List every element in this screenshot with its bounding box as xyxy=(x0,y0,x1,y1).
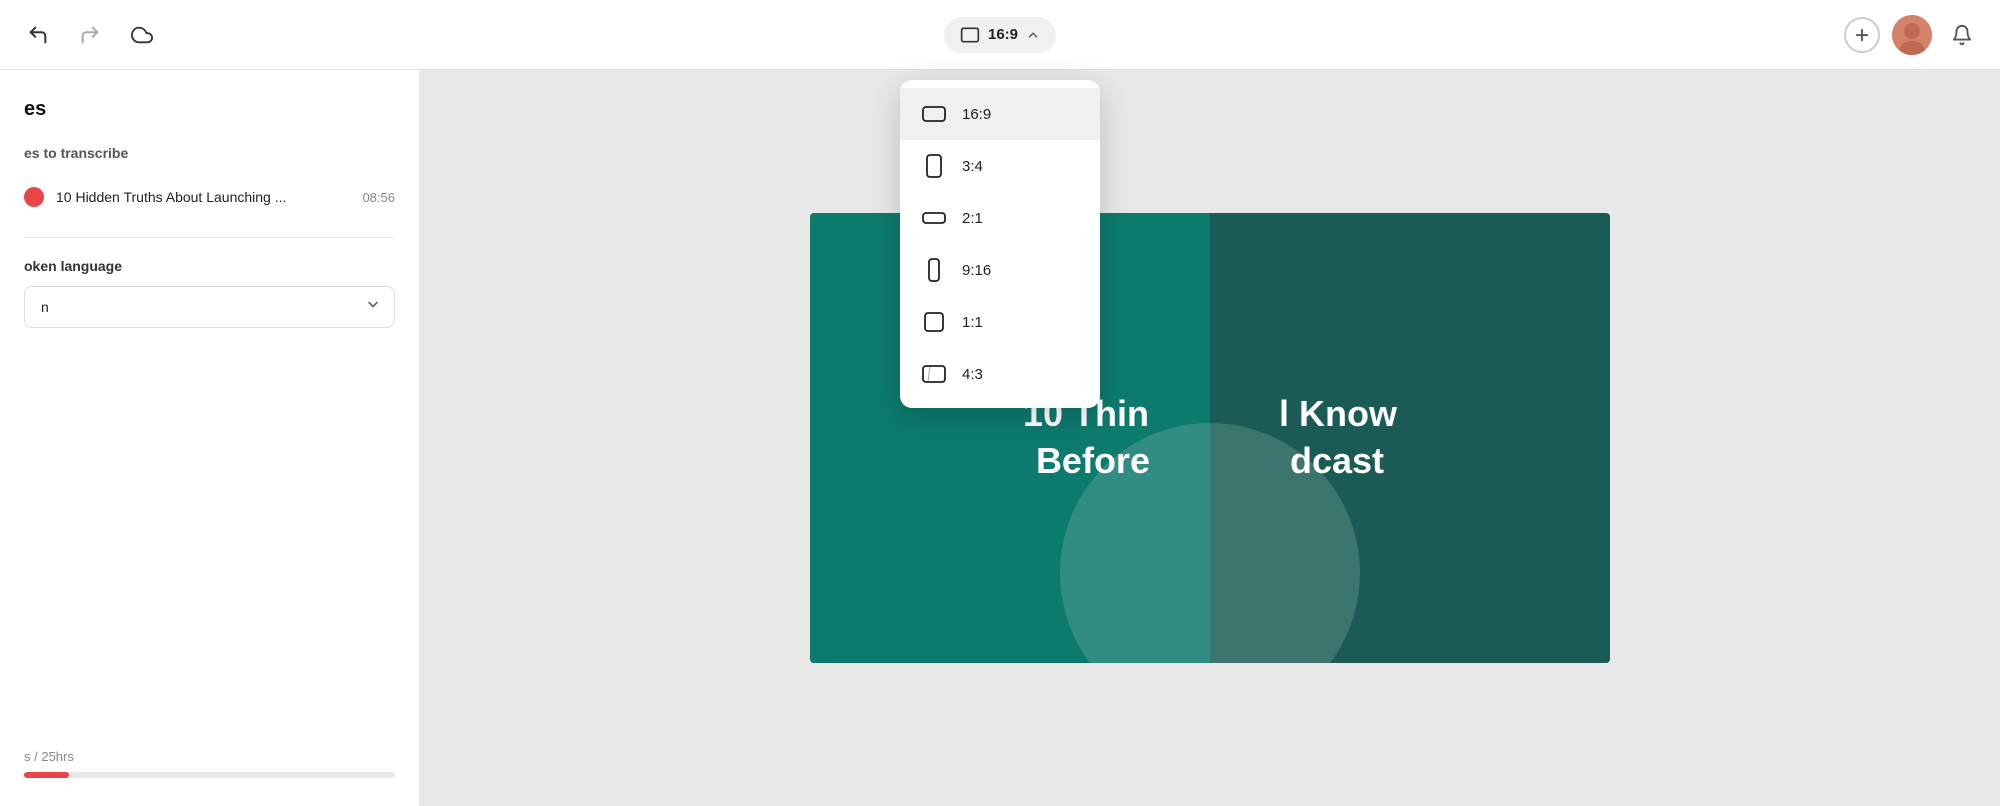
sidebar-bottom: s / 25hrs xyxy=(24,749,395,778)
aspect-ratio-button[interactable]: 16:9 xyxy=(944,17,1056,53)
toolbar-right xyxy=(1844,15,1980,55)
lang-label: oken language xyxy=(24,258,395,274)
tall-icon xyxy=(920,256,948,284)
lang-select[interactable]: n English Spanish French xyxy=(24,286,395,328)
wide-icon xyxy=(920,204,948,232)
ratio-label-3-4: 3:4 xyxy=(962,158,983,175)
main-canvas: 10 Thin l Know Before dcast xyxy=(420,70,2000,806)
ratio-label-16-9: 16:9 xyxy=(962,106,991,123)
file-name: 10 Hidden Truths About Launching ... xyxy=(56,189,350,205)
undo-button[interactable] xyxy=(20,17,56,53)
landscape-icon xyxy=(920,100,948,128)
hours-bar-fill xyxy=(24,772,69,778)
ratio-option-4-3[interactable]: 4:3 xyxy=(900,348,1100,400)
sidebar-divider xyxy=(24,237,395,238)
chevron-up-icon xyxy=(1026,28,1040,42)
ratio-label-1-1: 1:1 xyxy=(962,314,983,331)
toolbar-center: 16:9 xyxy=(944,17,1056,53)
file-item[interactable]: 10 Hidden Truths About Launching ... 08:… xyxy=(24,177,395,217)
file-icon xyxy=(24,187,44,207)
redo-button[interactable] xyxy=(72,17,108,53)
toolbar: 16:9 xyxy=(0,0,2000,70)
avatar[interactable] xyxy=(1892,15,1932,55)
hours-label: s / 25hrs xyxy=(24,749,395,764)
lang-select-wrapper: n English Spanish French xyxy=(24,286,395,328)
ratio-label-9-16: 9:16 xyxy=(962,262,991,279)
sidebar: es es to transcribe 10 Hidden Truths Abo… xyxy=(0,70,420,806)
ratio-option-3-4[interactable]: 3:4 xyxy=(900,140,1100,192)
ratio-label-2-1: 2:1 xyxy=(962,210,983,227)
file-duration: 08:56 xyxy=(362,190,395,205)
sidebar-section-label: es to transcribe xyxy=(24,145,395,161)
dropdown-menu: 16:9 3:4 2:1 9:16 xyxy=(900,80,1100,408)
ratio-option-9-16[interactable]: 9:16 xyxy=(900,244,1100,296)
slide-text-line2: Before dcast xyxy=(1023,438,1397,485)
ratio-option-2-1[interactable]: 2:1 xyxy=(900,192,1100,244)
add-button[interactable] xyxy=(1844,17,1880,53)
cloud-save-button[interactable] xyxy=(124,17,160,53)
ratio-option-1-1[interactable]: 1:1 xyxy=(900,296,1100,348)
toolbar-left xyxy=(20,17,160,53)
ratio-option-16-9[interactable]: 16:9 xyxy=(900,88,1100,140)
aspect-ratio-label: 16:9 xyxy=(988,26,1018,43)
sidebar-title: es xyxy=(24,98,395,121)
square-icon xyxy=(920,308,948,336)
notification-button[interactable] xyxy=(1944,17,1980,53)
ratio-label-4-3: 4:3 xyxy=(962,366,983,383)
standard-icon xyxy=(920,360,948,388)
portrait-34-icon xyxy=(920,152,948,180)
hours-bar xyxy=(24,772,395,778)
